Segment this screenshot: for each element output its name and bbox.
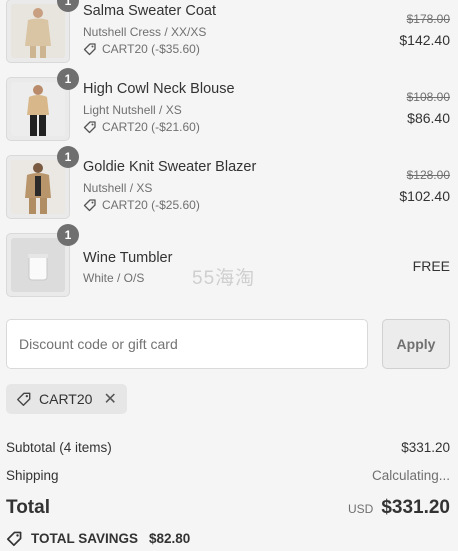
item-price: FREE [412, 258, 450, 274]
applied-code-text: CART20 [39, 391, 93, 407]
item-discount-text: CART20 (-$25.60) [102, 198, 200, 212]
original-price: $108.00 [406, 90, 450, 104]
apply-button[interactable]: Apply [382, 319, 450, 369]
subtotal-label: Subtotal (4 items) [6, 440, 112, 455]
shipping-label: Shipping [6, 468, 59, 483]
product-name: Wine Tumbler [83, 250, 173, 266]
line-item: 1 Salma Sweater Coat Nutshell Cress / XX… [6, 0, 452, 63]
tag-icon [83, 121, 96, 134]
savings-label: TOTAL SAVINGS [31, 531, 139, 546]
quantity-badge: 1 [57, 68, 79, 90]
product-variant: Light Nutshell / XS [83, 103, 182, 117]
original-price: $178.00 [406, 12, 450, 26]
remove-code-icon[interactable]: ✕ [103, 389, 116, 409]
quantity-badge: 1 [57, 146, 79, 168]
item-discount-text: CART20 (-$21.60) [102, 120, 200, 134]
shipping-value: Calculating... [371, 468, 450, 483]
discount-code-input[interactable] [6, 319, 368, 369]
total-savings: TOTAL SAVINGS $82.80 [6, 530, 190, 547]
total-row: Total USD $331.20 [6, 497, 450, 519]
applied-discount-chip: CART20 ✕ [6, 384, 127, 414]
savings-value: $82.80 [149, 531, 191, 546]
discounted-price: $142.40 [399, 32, 450, 48]
line-item: 1 High Cowl Neck Blouse Light Nutshell /… [6, 68, 452, 141]
original-price: $128.00 [406, 168, 450, 182]
subtotal-value: $331.20 [401, 440, 450, 455]
product-variant: Nutshell / XS [83, 181, 153, 195]
total-value: $331.20 [381, 497, 450, 518]
subtotal-row: Subtotal (4 items) $331.20 [6, 440, 450, 455]
watermark: 55海淘 [192, 268, 256, 289]
item-discount: CART20 (-$35.60) [83, 42, 200, 56]
item-discount: CART20 (-$21.60) [83, 120, 200, 134]
discounted-price: $102.40 [399, 188, 450, 204]
product-image: 1 [6, 224, 79, 297]
quantity-badge: 1 [57, 224, 79, 246]
total-label: Total [6, 497, 50, 518]
product-name: Goldie Knit Sweater Blazer [83, 159, 257, 175]
product-image: 1 [6, 0, 79, 63]
product-image: 1 [6, 68, 79, 141]
tag-icon [17, 392, 31, 406]
discounted-price: $86.40 [407, 110, 450, 126]
product-image: 1 [6, 146, 79, 219]
tag-icon [83, 43, 96, 56]
item-discount: CART20 (-$25.60) [83, 198, 200, 212]
product-name: Salma Sweater Coat [83, 3, 216, 19]
item-discount-text: CART20 (-$35.60) [102, 42, 200, 56]
currency-code: USD [347, 502, 374, 516]
product-variant: White / O/S [83, 271, 145, 285]
product-variant: Nutshell Cress / XX/XS [83, 25, 207, 39]
product-name: High Cowl Neck Blouse [83, 81, 235, 97]
tag-icon [83, 199, 96, 212]
shipping-row: Shipping Calculating... [6, 468, 450, 483]
tag-icon [6, 531, 22, 547]
line-item: 1 Goldie Knit Sweater Blazer Nutshell / … [6, 146, 452, 219]
